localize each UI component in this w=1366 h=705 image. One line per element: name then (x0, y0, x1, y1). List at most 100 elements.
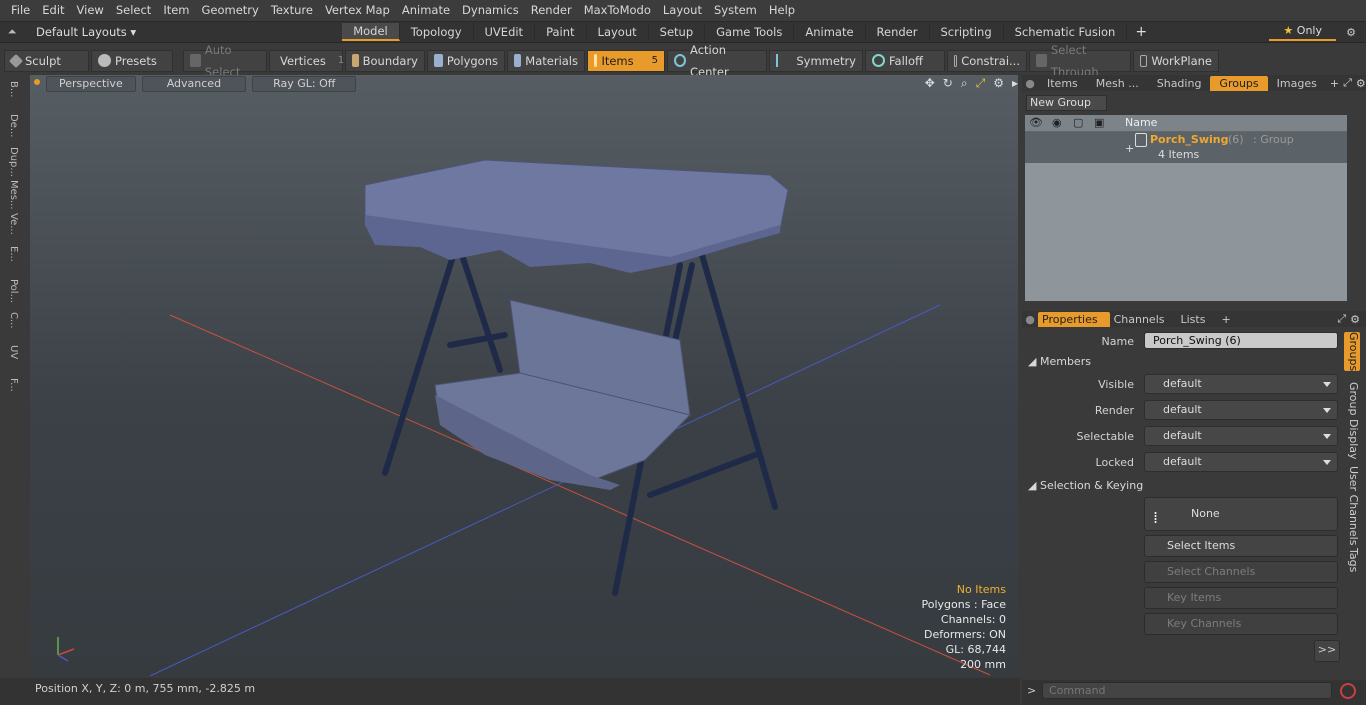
vertices-button[interactable]: Vertices 1 (269, 49, 344, 72)
menu-texture[interactable]: Texture (265, 0, 319, 21)
layout-tab-model[interactable]: Model (342, 23, 400, 41)
left-tab-9[interactable]: F... (3, 378, 19, 392)
group-type: : Group (1253, 133, 1294, 146)
left-tab-0[interactable]: B... (3, 81, 19, 97)
selection-keying-section[interactable]: ◢ Selection & Keying (1028, 479, 1143, 492)
side-tab-group-display[interactable]: Group Display (1344, 382, 1360, 460)
gear-icon[interactable]: ⚙ (1350, 313, 1360, 326)
tab-channels[interactable]: Channels (1110, 312, 1177, 327)
name-field[interactable] (1144, 332, 1338, 349)
render-icon[interactable]: ◉ (1052, 116, 1062, 129)
side-tab-tags[interactable]: Tags (1344, 548, 1360, 572)
left-tab-4[interactable]: Ve... (3, 213, 19, 235)
tab-items[interactable]: Items (1038, 76, 1087, 91)
left-tab-8[interactable]: UV (3, 345, 19, 359)
selectable-dropdown[interactable]: default (1144, 426, 1338, 446)
select-channels-button[interactable]: Select Channels (1144, 561, 1338, 583)
add-tab-icon[interactable]: + (1127, 24, 1155, 40)
panel-menu-dot[interactable]: ● (1022, 313, 1038, 326)
menu-help[interactable]: Help (763, 0, 801, 21)
menu-system[interactable]: System (708, 0, 763, 21)
layout-tab-topology[interactable]: Topology (400, 23, 474, 41)
expand-icon[interactable]: + (1125, 142, 1134, 155)
tab-properties[interactable]: Properties (1038, 311, 1110, 327)
brush-icon (8, 53, 24, 68)
locked-dropdown[interactable]: default (1144, 452, 1338, 472)
add-tab-icon[interactable]: + (1326, 77, 1343, 90)
layout-tab-layout[interactable]: Layout (587, 23, 649, 41)
workplane-button[interactable]: WorkPlane (1133, 49, 1219, 72)
new-group-button[interactable]: New Group (1026, 95, 1107, 111)
tab-mesh[interactable]: Mesh ... (1087, 76, 1148, 91)
left-tab-3[interactable]: Mes... (3, 180, 19, 210)
tab-shading[interactable]: Shading (1148, 76, 1211, 91)
layout-tab-animate[interactable]: Animate (794, 23, 866, 41)
menu-file[interactable]: File (0, 0, 36, 21)
layout-menu-icon[interactable]: ⏶ (0, 25, 24, 39)
left-tab-1[interactable]: De... (3, 114, 19, 137)
tab-groups[interactable]: Groups (1210, 75, 1268, 91)
materials-button[interactable]: Materials (507, 49, 585, 72)
key-items-button[interactable]: Key Items (1144, 587, 1338, 609)
panel-menu-dot[interactable]: ● (1022, 77, 1038, 90)
gear-icon[interactable]: ⚙ (1336, 26, 1366, 39)
falloff-button[interactable]: Falloff (865, 49, 945, 72)
select-through-button[interactable]: Select Through (1029, 43, 1131, 79)
side-tab-user-channels[interactable]: User Channels (1344, 466, 1360, 545)
add-tab-icon[interactable]: + (1217, 313, 1234, 326)
render-dropdown[interactable]: default (1144, 400, 1338, 420)
action-center-button[interactable]: Action Center (667, 43, 767, 79)
record-icon[interactable] (1340, 683, 1356, 699)
tab-images[interactable]: Images (1268, 76, 1326, 91)
menu-vertex-map[interactable]: Vertex Map (319, 0, 396, 21)
constraints-button[interactable]: Constrai... (947, 49, 1027, 72)
select-items-button[interactable]: Select Items (1144, 535, 1338, 557)
menu-render[interactable]: Render (525, 0, 578, 21)
sculpt-button[interactable]: Sculpt (4, 49, 89, 72)
menu-view[interactable]: View (71, 0, 110, 21)
members-section[interactable]: ◢ Members (1028, 355, 1091, 368)
side-tab-groups[interactable]: Groups (1344, 332, 1360, 372)
presets-button[interactable]: Presets (91, 49, 173, 72)
auto-select-button[interactable]: Auto Select (183, 43, 267, 79)
menu-geometry[interactable]: Geometry (196, 0, 265, 21)
layout-tab-uvedit[interactable]: UVEdit (474, 23, 536, 41)
layout-tab-render[interactable]: Render (866, 23, 930, 41)
command-input[interactable] (1042, 682, 1332, 699)
layout-tab-paint[interactable]: Paint (535, 23, 587, 41)
expand-icon[interactable]: ⤢ (1337, 312, 1346, 326)
left-tab-7[interactable]: C... (3, 312, 19, 329)
menu-select[interactable]: Select (110, 0, 157, 21)
visible-dropdown[interactable]: default (1144, 374, 1338, 394)
position-readout: Position X, Y, Z: 0 m, 755 mm, -2.825 m (35, 682, 256, 695)
key-channels-button[interactable]: Key Channels (1144, 613, 1338, 635)
menu-item[interactable]: Item (157, 0, 195, 21)
menu-dynamics[interactable]: Dynamics (456, 0, 525, 21)
symmetry-button[interactable]: Symmetry (769, 49, 863, 72)
visibility-icon[interactable]: 👁 (1029, 116, 1043, 129)
menu-animate[interactable]: Animate (396, 0, 456, 21)
only-toggle[interactable]: ★ Only (1269, 23, 1336, 41)
layout-tab-scripting[interactable]: Scripting (930, 23, 1004, 41)
more-button[interactable]: >> (1314, 640, 1340, 662)
layout-selector[interactable]: Default Layouts ▾ (24, 25, 146, 39)
boundary-button[interactable]: Boundary (345, 49, 425, 72)
gear-icon[interactable]: ⚙ (1356, 77, 1366, 90)
expand-icon[interactable]: ⤢ (1343, 76, 1352, 90)
polygons-button[interactable]: Polygons (427, 49, 505, 72)
scene-render (57, 159, 991, 676)
menu-layout[interactable]: Layout (657, 0, 708, 21)
menu-maxtomodo[interactable]: MaxToModo (578, 0, 657, 21)
tab-lists[interactable]: Lists (1177, 312, 1218, 327)
3d-viewport[interactable]: Perspective Advanced Ray GL: Off ✥ ↻ ⌕ ⤢… (30, 75, 1018, 676)
lock-icon[interactable]: ▢ (1073, 116, 1083, 129)
left-tab-5[interactable]: E... (3, 246, 19, 262)
none-button[interactable]: ⁞ None (1144, 497, 1338, 531)
left-tab-2[interactable]: Dup... (3, 147, 19, 177)
items-button[interactable]: Items 5 (587, 49, 665, 72)
select-icon[interactable]: ▣ (1094, 116, 1104, 129)
menu-edit[interactable]: Edit (36, 0, 70, 21)
group-row[interactable]: + Porch_Swing (6) : Group 4 Items (1025, 132, 1347, 163)
left-tab-6[interactable]: Pol... (3, 279, 19, 303)
groups-list-header: 👁 ◉ ▢ ▣ Name (1025, 115, 1347, 132)
